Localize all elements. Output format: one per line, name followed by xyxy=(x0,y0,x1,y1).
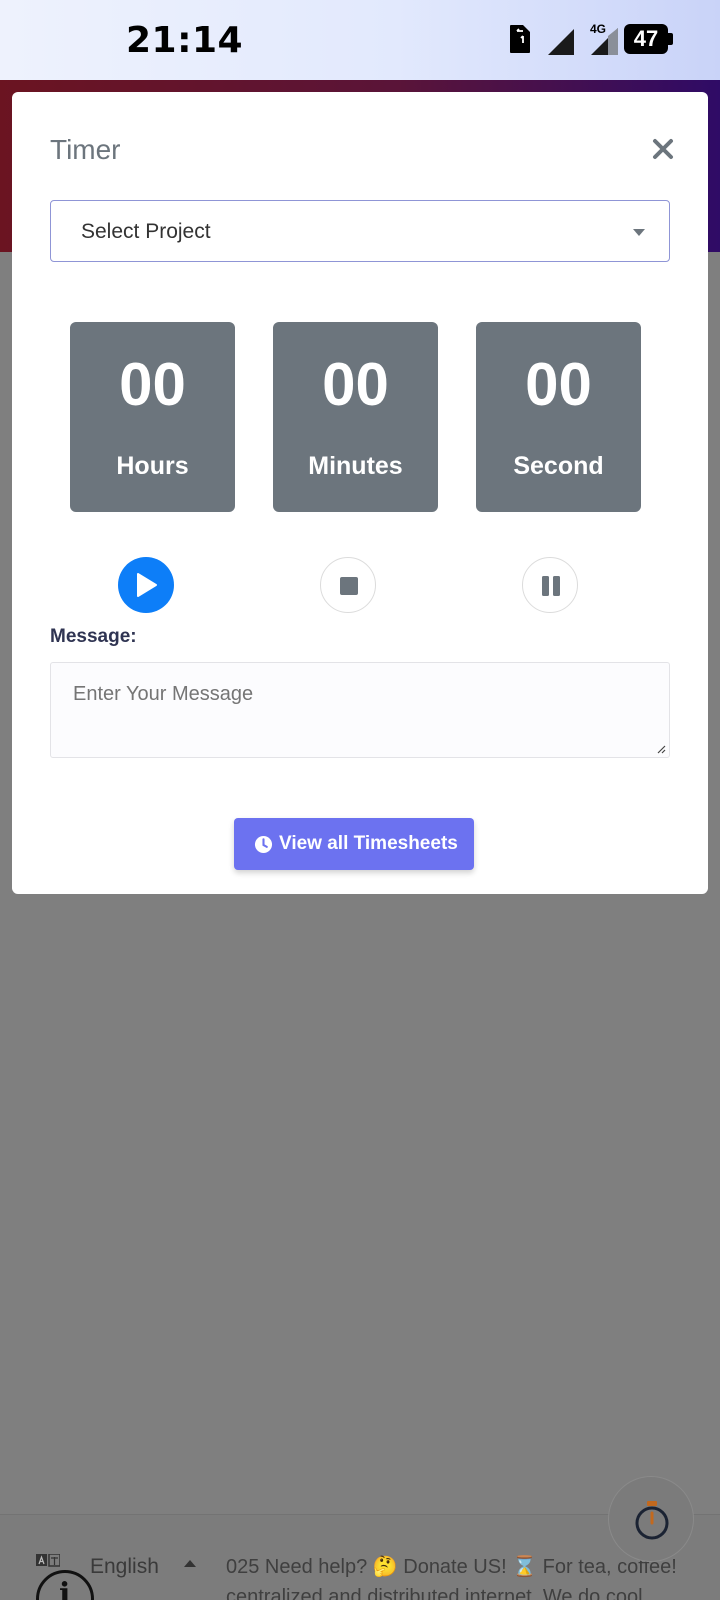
chevron-down-icon xyxy=(633,229,645,236)
battery-icon: 47 xyxy=(624,24,674,56)
play-icon xyxy=(137,573,157,597)
hours-box: 00 Hours xyxy=(70,322,235,512)
message-label: Message: xyxy=(50,626,137,647)
minutes-label: Minutes xyxy=(308,452,403,480)
signal-icon xyxy=(548,29,574,55)
status-bar: 21:14 4G 47 xyxy=(0,0,720,80)
pause-button[interactable] xyxy=(522,557,578,613)
view-timesheets-label: View all Timesheets xyxy=(279,833,458,854)
resize-handle-icon[interactable] xyxy=(656,744,666,754)
language-selector[interactable]: English xyxy=(90,1555,159,1579)
translate-icon xyxy=(36,1554,60,1567)
chevron-up-icon[interactable] xyxy=(184,1560,196,1567)
close-icon[interactable] xyxy=(648,134,678,164)
battery-level: 47 xyxy=(633,26,659,51)
play-button[interactable] xyxy=(118,557,174,613)
timer-fab-button[interactable] xyxy=(608,1476,694,1562)
marquee-line: centralized and distributed internet. We… xyxy=(226,1586,643,1600)
signal-4g-icon: 4G xyxy=(590,22,618,55)
info-icon: i xyxy=(59,1577,71,1600)
modal-title: Timer xyxy=(50,134,121,165)
sim-card-icon xyxy=(510,25,530,53)
message-textarea[interactable]: Enter Your Message xyxy=(50,662,670,758)
seconds-box: 00 Second xyxy=(476,322,641,512)
hours-label: Hours xyxy=(116,452,189,480)
message-placeholder: Enter Your Message xyxy=(73,683,254,705)
stopwatch-icon xyxy=(635,1501,669,1540)
project-select[interactable]: Select Project xyxy=(50,200,670,262)
timer-modal: Timer Select Project 00 Hours 00 Minutes… xyxy=(12,92,708,894)
seconds-label: Second xyxy=(513,452,604,480)
minutes-box: 00 Minutes xyxy=(273,322,438,512)
status-time: 21:14 xyxy=(126,20,244,61)
stop-icon xyxy=(340,577,358,595)
stop-button[interactable] xyxy=(320,557,376,613)
seconds-value: 00 xyxy=(525,351,592,418)
svg-text:4G: 4G xyxy=(590,22,606,36)
clock-icon xyxy=(254,835,273,854)
view-timesheets-button[interactable]: View all Timesheets xyxy=(234,818,474,870)
pause-icon xyxy=(542,576,560,596)
project-select-value: Select Project xyxy=(81,220,211,243)
hours-value: 00 xyxy=(119,351,186,418)
minutes-value: 00 xyxy=(322,351,389,418)
